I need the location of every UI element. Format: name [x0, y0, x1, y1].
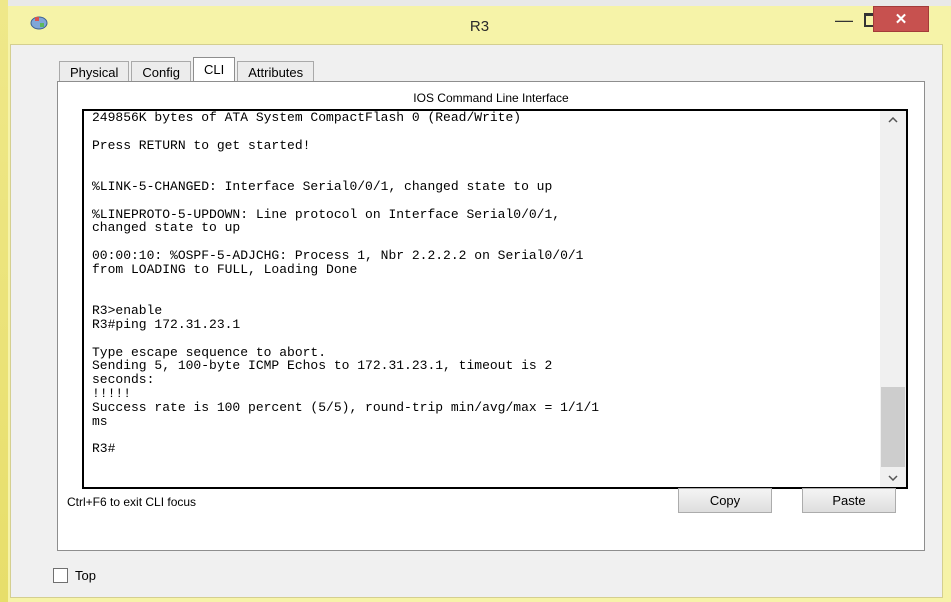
tab-cli[interactable]: CLI [193, 57, 236, 82]
minimize-button[interactable]: — [830, 6, 858, 34]
copy-button[interactable]: Copy [678, 488, 772, 513]
top-checkbox[interactable] [53, 568, 68, 583]
cli-output[interactable]: 249856K bytes of ATA System CompactFlash… [92, 111, 882, 456]
tab-bar: Physical Config CLI Attributes [59, 57, 316, 82]
background-window-edge [0, 0, 8, 602]
panel-title: IOS Command Line Interface [413, 91, 569, 105]
tab-physical[interactable]: Physical [59, 61, 130, 82]
scroll-down-icon[interactable] [880, 469, 906, 487]
close-icon: ✕ [894, 11, 908, 28]
cli-focus-hint: Ctrl+F6 to exit CLI focus [67, 495, 197, 509]
tab-config[interactable]: Config [131, 61, 191, 82]
tab-attributes[interactable]: Attributes [237, 61, 315, 82]
scroll-thumb[interactable] [881, 387, 905, 467]
top-checkbox-row[interactable]: Top [53, 568, 96, 583]
router-window: R3 — ✕ Physical Config CLI Attributes IO… [0, 0, 951, 602]
cli-console[interactable]: 249856K bytes of ATA System CompactFlash… [82, 109, 908, 489]
top-checkbox-label: Top [75, 568, 96, 583]
window-title: R3 [469, 18, 490, 35]
minimize-icon: — [835, 9, 853, 30]
paste-button[interactable]: Paste [802, 488, 896, 513]
window-client-area: Physical Config CLI Attributes IOS Comma… [10, 44, 943, 598]
scroll-up-icon[interactable] [880, 111, 906, 129]
cli-tab-panel: IOS Command Line Interface 249856K bytes… [57, 81, 925, 551]
cli-scrollbar[interactable] [880, 111, 906, 487]
close-button[interactable]: ✕ [873, 6, 929, 32]
title-bar[interactable]: R3 — ✕ [8, 6, 951, 44]
